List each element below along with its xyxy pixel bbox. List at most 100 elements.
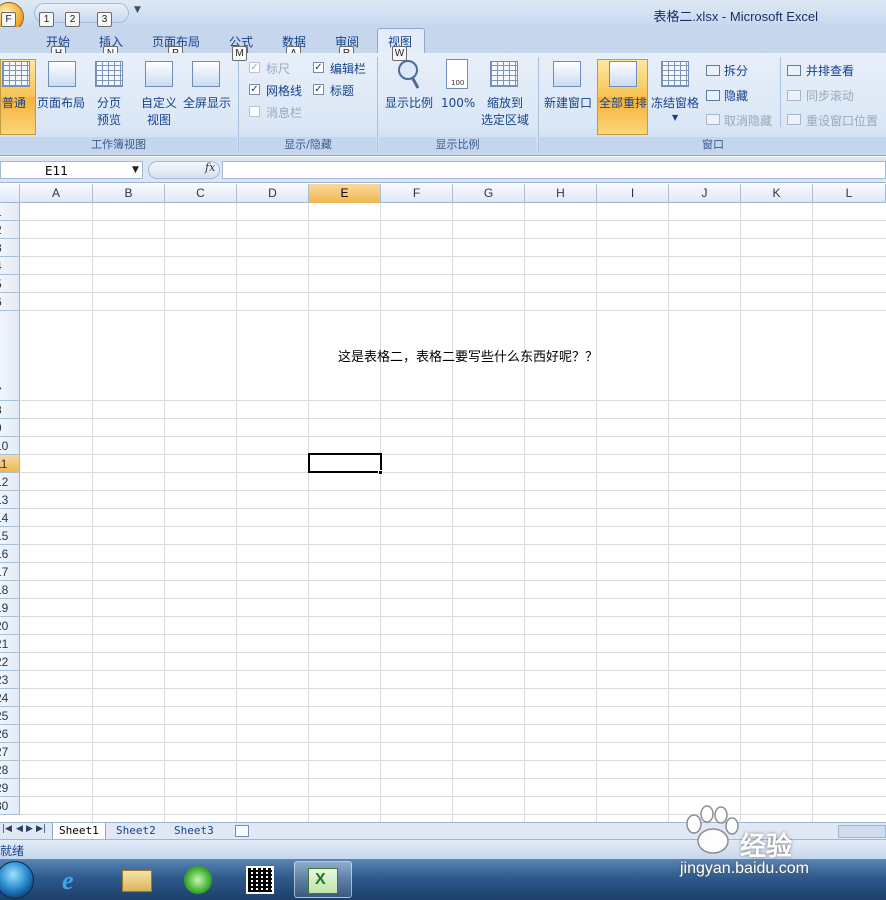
name-box-dropdown-icon[interactable]: ▼ — [132, 165, 139, 175]
column-header[interactable]: L — [813, 184, 886, 203]
row-gridline — [20, 616, 886, 617]
row-gridline — [20, 436, 886, 437]
row-header[interactable]: 26 — [0, 725, 20, 743]
row-header[interactable]: 30 — [0, 797, 20, 815]
row-header[interactable]: 3 — [0, 239, 20, 257]
row-gridline — [20, 256, 886, 257]
sheet-tab-2[interactable]: Sheet2 — [110, 823, 162, 840]
row-header[interactable]: 24 — [0, 689, 20, 707]
row-header[interactable]: 13 — [0, 491, 20, 509]
column-header[interactable]: A — [20, 184, 93, 203]
row-header[interactable]: 29 — [0, 779, 20, 797]
select-all-corner[interactable] — [0, 184, 20, 203]
insert-sheet-icon[interactable] — [235, 825, 249, 837]
row-header[interactable]: 15 — [0, 527, 20, 545]
sheet-tab-3[interactable]: Sheet3 — [168, 823, 220, 840]
zoom-100-button[interactable]: 100% — [441, 95, 475, 111]
row-header[interactable]: 9 — [0, 419, 20, 437]
taskbar-ie[interactable]: e — [47, 861, 105, 898]
row-header[interactable]: 5 — [0, 275, 20, 293]
row-header[interactable]: 28 — [0, 761, 20, 779]
name-box[interactable]: E11 ▼ — [0, 161, 143, 179]
page-break-preview-button[interactable]: 分页 — [97, 95, 121, 111]
row-header[interactable]: 4 — [0, 257, 20, 275]
column-header[interactable]: H — [525, 184, 597, 203]
row-header-label: 19 — [0, 601, 9, 615]
row-header[interactable]: 16 — [0, 545, 20, 563]
taskbar-browser[interactable] — [170, 861, 228, 898]
hide-button[interactable]: 隐藏 — [724, 87, 748, 104]
side-by-side-button[interactable]: 并排查看 — [806, 62, 854, 79]
fill-handle[interactable] — [378, 470, 383, 475]
prev-sheet-icon[interactable]: ◀ — [16, 824, 23, 834]
row-header[interactable]: 27 — [0, 743, 20, 761]
taskbar-excel[interactable]: X — [294, 861, 352, 898]
column-header[interactable]: B — [93, 184, 165, 203]
taskbar-explorer[interactable] — [108, 861, 166, 898]
row-header[interactable]: 17 — [0, 563, 20, 581]
row-header[interactable]: 21 — [0, 635, 20, 653]
freeze-panes-button[interactable]: 冻结窗格 — [651, 95, 699, 111]
fullscreen-button[interactable]: 全屏显示 — [183, 95, 231, 111]
active-cell-e11[interactable] — [308, 453, 382, 473]
column-header[interactable]: J — [669, 184, 741, 203]
row-header[interactable]: 20 — [0, 617, 20, 635]
qat-save-keytip[interactable]: 1 — [39, 12, 54, 27]
gridlines-checkbox[interactable]: ✓ — [249, 84, 260, 95]
worksheet-grid[interactable]: A B C D E F G H I J K L 1234567891011121… — [0, 184, 886, 822]
row-gridline — [20, 220, 886, 221]
row-header[interactable]: 12 — [0, 473, 20, 491]
freeze-panes-dropdown-icon[interactable]: ▼ — [672, 113, 678, 122]
last-sheet-icon[interactable]: ▶| — [36, 824, 46, 834]
row-header[interactable]: 23 — [0, 671, 20, 689]
zoom-to-selection-button[interactable]: 缩放到 — [487, 95, 523, 111]
column-header[interactable]: K — [741, 184, 813, 203]
row-header-label: 8 — [0, 403, 2, 417]
row-header[interactable]: 19 — [0, 599, 20, 617]
reset-position-button[interactable]: 重设窗口位置 — [806, 112, 878, 129]
unhide-button[interactable]: 取消隐藏 — [724, 112, 772, 129]
column-header[interactable]: I — [597, 184, 669, 203]
column-header[interactable]: F — [381, 184, 453, 203]
column-header[interactable]: D — [237, 184, 309, 203]
ruler-checkbox[interactable]: ✓ — [249, 62, 260, 73]
formula-input[interactable] — [222, 161, 886, 179]
custom-views-button[interactable]: 自定义 — [141, 95, 177, 111]
row-gridline — [20, 778, 886, 779]
insert-function-button[interactable]: fx — [205, 161, 215, 174]
new-window-button[interactable]: 新建窗口 — [544, 95, 592, 111]
row-header[interactable]: 25 — [0, 707, 20, 725]
row-header[interactable]: 8 — [0, 401, 20, 419]
row-gridline — [20, 508, 886, 509]
cell-row7-text[interactable]: 这是表格二，表格二要写些什么东西好呢？？ — [338, 346, 598, 365]
start-button-icon[interactable] — [0, 861, 34, 899]
message-bar-checkbox[interactable] — [249, 106, 260, 117]
row-header[interactable]: 11 — [0, 455, 20, 473]
row-header[interactable]: 1 — [0, 203, 20, 221]
qat-customize-icon[interactable]: ▼ — [134, 5, 141, 15]
formula-bar-checkbox[interactable]: ✓ — [313, 62, 324, 73]
page-layout-view-button[interactable]: 页面布局 — [37, 95, 85, 111]
split-button[interactable]: 拆分 — [724, 62, 748, 79]
row-header[interactable]: 6 — [0, 293, 20, 311]
first-sheet-icon[interactable]: |◀ — [2, 824, 12, 834]
row-gridline — [20, 706, 886, 707]
next-sheet-icon[interactable]: ▶ — [26, 824, 33, 834]
row-header[interactable]: 22 — [0, 653, 20, 671]
sync-scroll-button[interactable]: 同步滚动 — [806, 87, 854, 104]
row-header[interactable]: 18 — [0, 581, 20, 599]
headings-checkbox[interactable]: ✓ — [313, 84, 324, 95]
column-header[interactable]: G — [453, 184, 525, 203]
column-header-selected[interactable]: E — [309, 184, 381, 203]
column-header[interactable]: C — [165, 184, 237, 203]
qat-redo-keytip[interactable]: 3 — [97, 12, 112, 27]
row-header[interactable]: 10 — [0, 437, 20, 455]
zoom-button[interactable]: 显示比例 — [385, 95, 433, 111]
row-header[interactable]: 14 — [0, 509, 20, 527]
row-header[interactable]: 2 — [0, 221, 20, 239]
row-header[interactable]: 7 — [0, 311, 20, 401]
qat-undo-keytip[interactable]: 2 — [65, 12, 80, 27]
taskbar-qr-app[interactable] — [232, 861, 290, 898]
row-gridline — [20, 724, 886, 725]
sheet-tab-1[interactable]: Sheet1 — [52, 823, 106, 840]
